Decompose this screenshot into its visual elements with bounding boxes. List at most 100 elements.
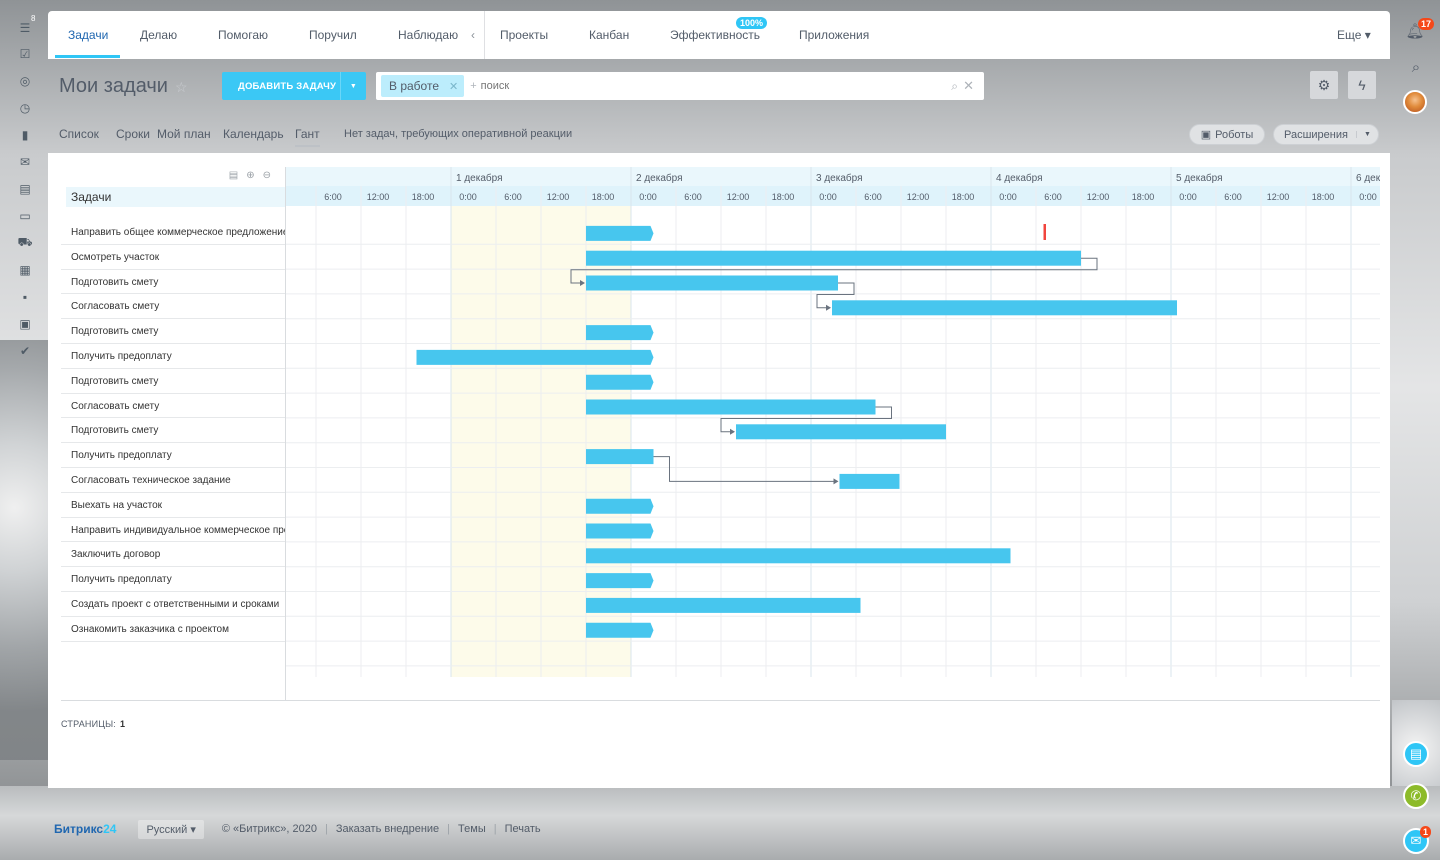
task-row[interactable]: Согласовать смету xyxy=(61,294,285,320)
view-list[interactable]: Список xyxy=(59,127,99,141)
task-row[interactable]: Получить предоплату xyxy=(61,567,285,592)
task-row[interactable]: Подготовить смету xyxy=(61,270,285,295)
task-bar[interactable] xyxy=(586,225,654,241)
task-row[interactable]: Ознакомить заказчика с проектом xyxy=(61,617,285,642)
contact-icon[interactable]: ▣ xyxy=(17,316,33,332)
nav-kanban[interactable]: Канбан xyxy=(589,28,629,42)
task-row[interactable]: Направить индивидуальное коммерческое пр… xyxy=(61,518,285,543)
filter-tag[interactable]: В работе ✕ xyxy=(381,75,465,97)
top-navigation: Задачи Делаю Помогаю Поручил Наблюдаю ‹ … xyxy=(48,11,1390,59)
task-bar[interactable] xyxy=(586,275,838,291)
task-bar[interactable] xyxy=(586,449,654,465)
task-row[interactable]: Создать проект с ответственными и срокам… xyxy=(61,592,285,617)
language-selector[interactable]: Русский ▾ xyxy=(138,819,204,839)
search-bar[interactable]: В работе ✕ + ⌕ ✕ xyxy=(376,72,984,100)
nav-collapse-arrow[interactable]: ‹ xyxy=(471,28,475,42)
task-bar[interactable] xyxy=(586,597,861,613)
task-row[interactable]: Подготовить смету xyxy=(61,319,285,344)
extensions-button[interactable]: Расширения ▼ xyxy=(1273,124,1379,145)
nav-tasks[interactable]: Задачи xyxy=(68,28,108,42)
hour-tick-label: 0:00 xyxy=(999,192,1017,202)
nav-doing[interactable]: Делаю xyxy=(140,28,177,42)
task-bar[interactable] xyxy=(586,250,1081,266)
bitrix-logo[interactable]: Битрикс24 xyxy=(54,822,116,836)
clock-icon[interactable]: ◷ xyxy=(17,100,33,116)
task-row[interactable]: Согласовать техническое задание xyxy=(61,468,285,493)
task-row[interactable]: Заключить договор xyxy=(61,542,285,568)
chevron-down-icon[interactable]: ▼ xyxy=(340,72,366,100)
task-row[interactable]: Получить предоплату xyxy=(61,344,285,369)
hour-tick-label: 12:00 xyxy=(547,192,570,202)
task-bar[interactable] xyxy=(586,523,654,539)
task-row[interactable]: Подготовить смету xyxy=(61,369,285,394)
add-task-button[interactable]: ДОБАВИТЬ ЗАДАЧУ ▼ xyxy=(222,72,366,100)
grid-icon[interactable]: ▪ xyxy=(17,289,33,305)
search-input[interactable] xyxy=(480,80,941,92)
hour-tick-label: 0:00 xyxy=(1179,192,1197,202)
calendar-icon[interactable]: ▦ xyxy=(17,262,33,278)
task-row[interactable]: Подготовить смету xyxy=(61,418,285,444)
order-link[interactable]: Заказать внедрение xyxy=(336,823,439,835)
nav-watching[interactable]: Наблюдаю xyxy=(398,28,458,42)
briefcase-icon[interactable]: ▭ xyxy=(17,208,33,224)
chart-icon[interactable]: ▮ xyxy=(17,127,33,143)
zoom-out-icon[interactable]: ⊖ xyxy=(263,170,279,181)
cart-icon[interactable]: ⛟ xyxy=(17,235,33,251)
task-bar[interactable] xyxy=(586,325,654,341)
print-icon[interactable]: ▤ xyxy=(229,170,246,181)
robots-label: Роботы xyxy=(1215,128,1254,141)
themes-link[interactable]: Темы xyxy=(458,823,486,835)
search-icon[interactable]: ⌕ xyxy=(951,79,958,94)
task-bar[interactable] xyxy=(586,548,1011,564)
task-bar[interactable] xyxy=(416,349,654,365)
task-bar[interactable] xyxy=(832,300,1177,316)
gantt-tools: ▤⊕⊖ xyxy=(229,170,279,181)
document-icon[interactable]: ▤ xyxy=(1403,741,1429,767)
check-circle-icon[interactable]: ✔ xyxy=(17,343,33,359)
zoom-in-icon[interactable]: ⊕ xyxy=(246,170,262,181)
task-bar[interactable] xyxy=(586,622,654,638)
close-icon[interactable]: ✕ xyxy=(449,80,458,93)
task-bar[interactable] xyxy=(736,424,946,440)
plus-icon[interactable]: + xyxy=(470,80,476,92)
search-icon[interactable]: ⌕ xyxy=(1405,56,1427,78)
nav-projects[interactable]: Проекты xyxy=(500,28,548,42)
robots-button[interactable]: ▣ Роботы xyxy=(1189,124,1265,145)
view-deadlines[interactable]: Сроки xyxy=(116,127,150,141)
view-calendar[interactable]: Календарь xyxy=(223,127,284,141)
nav-efficiency[interactable]: Эффективность xyxy=(670,28,760,42)
footer-sep: | xyxy=(324,823,328,835)
task-bar[interactable] xyxy=(586,374,654,390)
lightning-icon[interactable]: ϟ xyxy=(1348,71,1376,99)
view-my-plan[interactable]: Мой план xyxy=(157,127,211,141)
task-row[interactable]: Выехать на участок xyxy=(61,493,285,518)
task-row[interactable]: Направить общее коммерческое предложение xyxy=(61,220,285,245)
nav-helping[interactable]: Помогаю xyxy=(218,28,268,42)
phone-icon[interactable]: ✆ xyxy=(1403,783,1429,809)
star-icon[interactable]: ☆ xyxy=(175,79,188,96)
tasks-column-header: ▤⊕⊖ Задачи xyxy=(61,167,285,207)
mail-icon[interactable]: ✉ xyxy=(17,154,33,170)
tasks-icon[interactable]: ☑ xyxy=(17,46,33,62)
task-bar[interactable] xyxy=(839,473,900,489)
avatar[interactable] xyxy=(1403,90,1427,114)
clear-icon[interactable]: ✕ xyxy=(963,78,974,94)
task-bar[interactable] xyxy=(586,573,654,589)
task-row[interactable]: Согласовать смету xyxy=(61,394,285,419)
bot-icon[interactable]: ▤ xyxy=(17,181,33,197)
task-bar[interactable] xyxy=(586,498,654,514)
view-gantt[interactable]: Гант xyxy=(295,127,320,147)
task-bar[interactable] xyxy=(586,399,876,415)
task-row[interactable]: Осмотреть участок xyxy=(61,245,285,270)
print-link[interactable]: Печать xyxy=(505,823,541,835)
page-current[interactable]: 1 xyxy=(120,719,125,729)
footer-sep: | xyxy=(447,823,451,835)
target-icon[interactable]: ◎ xyxy=(17,73,33,89)
gear-icon[interactable]: ⚙ xyxy=(1310,71,1338,99)
nav-more[interactable]: Еще ▾ xyxy=(1337,28,1371,42)
task-row[interactable]: Получить предоплату xyxy=(61,443,285,468)
chevron-down-icon[interactable]: ▼ xyxy=(1356,131,1378,138)
dependency-arrow xyxy=(730,428,735,435)
nav-applications[interactable]: Приложения xyxy=(799,28,869,42)
nav-assigned[interactable]: Поручил xyxy=(309,28,357,42)
